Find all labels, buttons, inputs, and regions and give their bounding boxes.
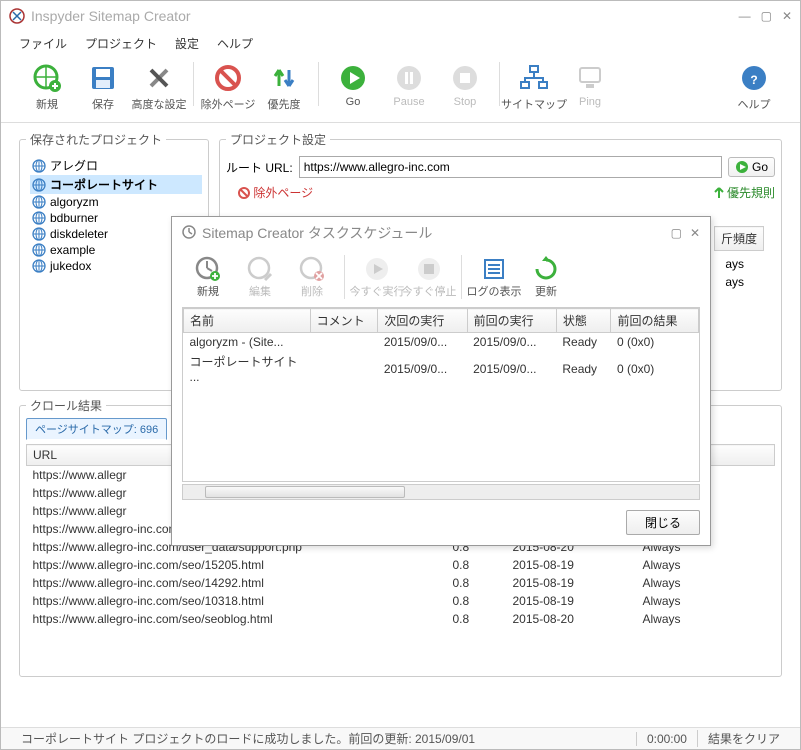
go-button[interactable]: Go bbox=[325, 62, 381, 108]
forbidden-icon bbox=[212, 62, 244, 94]
pause-icon bbox=[393, 62, 425, 94]
monitor-icon bbox=[574, 62, 606, 94]
menu-bar: ファイル プロジェクト 設定 ヘルプ bbox=[1, 31, 800, 56]
project-item[interactable]: コーポレートサイト bbox=[30, 175, 202, 194]
tools-icon bbox=[143, 62, 175, 94]
dialog-maximize-button[interactable]: ▢ bbox=[671, 226, 682, 240]
schedule-col[interactable]: 前回の実行 bbox=[467, 309, 556, 333]
clock-delete-icon bbox=[298, 255, 326, 283]
freq-cells-fragment: ays ays bbox=[725, 255, 744, 291]
app-icon bbox=[9, 8, 25, 24]
dlg-refresh-button[interactable]: 更新 bbox=[520, 255, 572, 299]
saved-projects-legend: 保存されたプロジェクト bbox=[26, 131, 166, 148]
dlg-stop-now-button[interactable]: 今すぐ停止 bbox=[403, 255, 455, 299]
save-button[interactable]: 保存 bbox=[75, 62, 131, 112]
project-item[interactable]: algoryzm bbox=[30, 194, 202, 210]
project-settings-legend: プロジェクト設定 bbox=[226, 131, 330, 148]
go-url-button[interactable]: Go bbox=[728, 157, 775, 177]
schedule-row[interactable]: algoryzm - (Site...2015/09/0...2015/09/0… bbox=[184, 333, 699, 352]
status-bar: コーポレートサイト プロジェクトのロードに成功しました。前回の更新: 2015/… bbox=[1, 727, 800, 749]
dlg-edit-button[interactable]: 編集 bbox=[234, 255, 286, 299]
run-now-icon bbox=[363, 255, 391, 283]
schedule-table[interactable]: 名前コメント次回の実行前回の実行状態前回の結果 algoryzm - (Site… bbox=[183, 308, 699, 386]
tab-page-sitemap[interactable]: ページサイトマップ: 696 bbox=[26, 418, 167, 440]
title-bar: Inspyder Sitemap Creator — ▢ ✕ bbox=[1, 1, 800, 31]
priority-arrows-icon bbox=[268, 62, 300, 94]
log-icon bbox=[480, 255, 508, 283]
dlg-showlog-button[interactable]: ログの表示 bbox=[468, 255, 520, 299]
priority-link[interactable]: 優先規則 bbox=[714, 184, 775, 201]
stop-icon bbox=[449, 62, 481, 94]
status-text: コーポレートサイト プロジェクトのロードに成功しました。前回の更新: 2015/… bbox=[11, 730, 546, 747]
clock-edit-icon bbox=[246, 255, 274, 283]
help-button[interactable]: ? ヘルプ bbox=[726, 62, 782, 112]
clock-small-icon bbox=[182, 225, 196, 242]
schedule-row[interactable]: コーポレートサイト ...2015/09/0...2015/09/0...Rea… bbox=[184, 351, 699, 386]
sitemap-button[interactable]: サイトマップ bbox=[506, 62, 562, 112]
exclude-link[interactable]: 除外ページ bbox=[238, 184, 313, 201]
main-toolbar: 新規 保存 高度な設定 除外ページ 優先度 Go Pause Stop サイトマ… bbox=[1, 56, 800, 123]
menu-project[interactable]: プロジェクト bbox=[85, 35, 157, 52]
stop-now-icon bbox=[415, 255, 443, 283]
new-button[interactable]: 新規 bbox=[19, 62, 75, 112]
save-icon bbox=[87, 62, 119, 94]
play-icon bbox=[337, 62, 369, 94]
table-row[interactable]: https://www.allegro-inc.com/seo/seoblog.… bbox=[27, 610, 775, 628]
clock-plus-icon bbox=[194, 255, 222, 283]
priority-button[interactable]: 優先度 bbox=[256, 62, 312, 112]
table-row[interactable]: https://www.allegro-inc.com/seo/10318.ht… bbox=[27, 592, 775, 610]
globe-icon bbox=[32, 178, 46, 192]
globe-icon bbox=[32, 211, 46, 225]
help-icon: ? bbox=[738, 62, 770, 94]
sitemap-icon bbox=[518, 62, 550, 94]
root-url-input[interactable] bbox=[299, 156, 722, 178]
svg-text:?: ? bbox=[750, 73, 757, 87]
exclude-pages-button[interactable]: 除外ページ bbox=[200, 62, 256, 112]
globe-plus-icon bbox=[31, 62, 63, 94]
menu-help[interactable]: ヘルプ bbox=[217, 35, 253, 52]
dialog-close-bottom-button[interactable]: 閉じる bbox=[626, 510, 700, 535]
dialog-close-button[interactable]: ✕ bbox=[690, 226, 700, 240]
menu-file[interactable]: ファイル bbox=[19, 35, 67, 52]
minimize-button[interactable]: — bbox=[739, 9, 751, 23]
window-title: Inspyder Sitemap Creator bbox=[31, 8, 739, 24]
stop-button[interactable]: Stop bbox=[437, 62, 493, 108]
dialog-hscrollbar[interactable] bbox=[182, 484, 700, 500]
ping-button[interactable]: Ping bbox=[562, 62, 618, 108]
dlg-run-button[interactable]: 今すぐ実行 bbox=[351, 255, 403, 299]
schedule-col[interactable]: 次回の実行 bbox=[378, 309, 467, 333]
dlg-new-button[interactable]: 新規 bbox=[182, 255, 234, 299]
freq-header-fragment: 斤頻度 bbox=[714, 226, 764, 251]
clear-results-button[interactable]: 結果をクリア bbox=[697, 730, 790, 747]
schedule-col[interactable]: コメント bbox=[310, 309, 378, 333]
table-row[interactable]: https://www.allegro-inc.com/seo/14292.ht… bbox=[27, 574, 775, 592]
schedule-col[interactable]: 名前 bbox=[184, 309, 311, 333]
advanced-settings-button[interactable]: 高度な設定 bbox=[131, 62, 187, 112]
dlg-delete-button[interactable]: 削除 bbox=[286, 255, 338, 299]
table-row[interactable]: https://www.allegro-inc.com/seo/15205.ht… bbox=[27, 556, 775, 574]
menu-settings[interactable]: 設定 bbox=[175, 35, 199, 52]
root-url-label: ルート URL: bbox=[226, 159, 293, 176]
project-item[interactable]: アレグロ bbox=[30, 156, 202, 175]
pause-button[interactable]: Pause bbox=[381, 62, 437, 108]
globe-icon bbox=[32, 227, 46, 241]
close-button[interactable]: ✕ bbox=[782, 9, 792, 23]
globe-icon bbox=[32, 159, 46, 173]
globe-icon bbox=[32, 243, 46, 257]
dialog-toolbar: 新規 編集 削除 今すぐ実行 今すぐ停止 ログの表示 更新 bbox=[172, 249, 710, 307]
dialog-title: Sitemap Creator タスクスケジュール bbox=[202, 223, 671, 243]
status-time: 0:00:00 bbox=[636, 732, 697, 746]
refresh-icon bbox=[532, 255, 560, 283]
task-schedule-dialog: Sitemap Creator タスクスケジュール ▢ ✕ 新規 編集 削除 今… bbox=[171, 216, 711, 546]
schedule-col[interactable]: 前回の結果 bbox=[611, 309, 699, 333]
crawl-results-legend: クロール結果 bbox=[26, 397, 106, 414]
maximize-button[interactable]: ▢ bbox=[761, 9, 772, 23]
globe-icon bbox=[32, 259, 46, 273]
globe-icon bbox=[32, 195, 46, 209]
schedule-col[interactable]: 状態 bbox=[556, 309, 611, 333]
play-small-icon bbox=[735, 160, 749, 174]
